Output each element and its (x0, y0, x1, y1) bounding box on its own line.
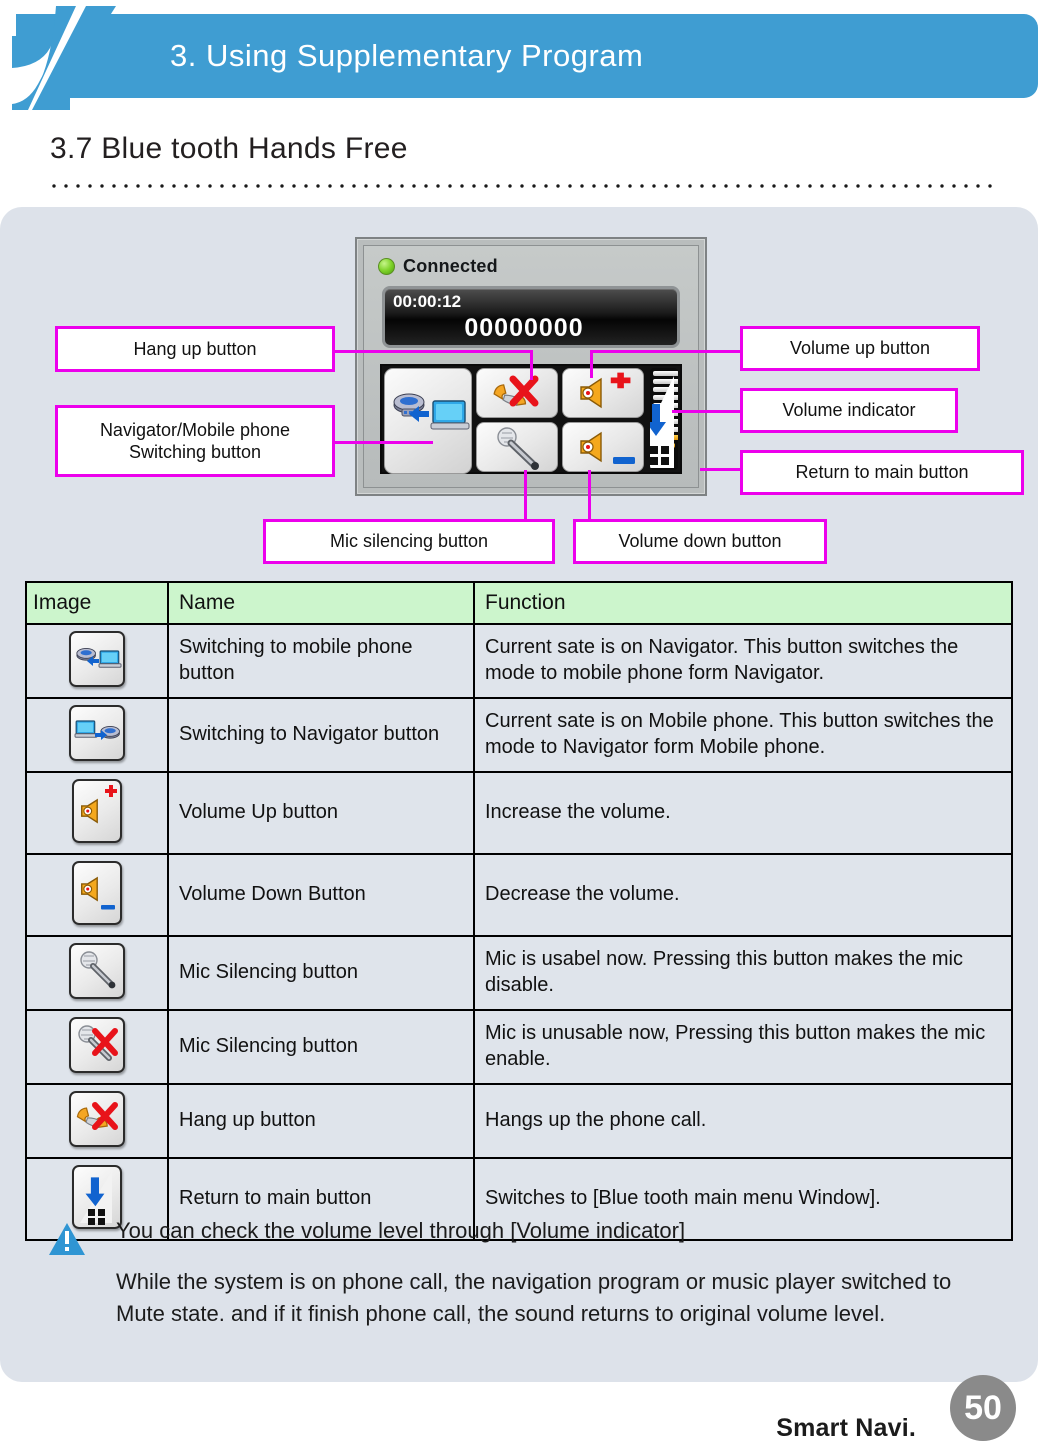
phone-with-red-x-icon (69, 1091, 125, 1147)
row-name: Mic Silencing button (167, 935, 475, 1011)
microphone-icon (497, 427, 539, 470)
row-icon-cell (25, 771, 169, 855)
row-name: Volume Up button (167, 771, 475, 855)
microphone-icon (69, 943, 125, 999)
device-button-column-2 (560, 366, 646, 472)
table-row: Mic Silencing button Mic is unusable now… (25, 1009, 1013, 1085)
phone-number: 00000000 (464, 314, 584, 342)
table-row: Hang up button Hangs up the phone call. (25, 1083, 1013, 1159)
navigator-to-mobile-icon (393, 393, 470, 430)
row-function: Mic is unusable now, Pressing this butto… (473, 1009, 1013, 1085)
table-header-row: Image Name Function (25, 581, 1013, 625)
speaker-plus-icon (72, 779, 122, 843)
row-name: Mic Silencing button (167, 1009, 475, 1085)
volume-down-button[interactable] (562, 422, 644, 472)
dotted-divider (48, 176, 998, 190)
note-line-2: While the system is on phone call, the n… (116, 1269, 952, 1326)
mobile-to-navigator-glyph (74, 720, 120, 740)
leader-mic-v (524, 470, 527, 522)
leader-return-main (700, 468, 742, 471)
page-header: 3. Using Supplementary Program (0, 6, 1038, 110)
leader-switch (333, 441, 433, 444)
leader-hang-up (333, 350, 533, 353)
microphone-red-x-icon (69, 1017, 125, 1073)
callout-switch-line2: Switching button (128, 442, 262, 462)
call-display: 00:00:12 00000000 (382, 286, 680, 348)
column-header-image: Image (25, 581, 169, 625)
row-function: Hangs up the phone call. (473, 1083, 1013, 1159)
hang-up-button[interactable] (476, 368, 558, 418)
callout-volume-indicator: Volume indicator (740, 388, 958, 433)
leader-voldown-v (588, 470, 591, 522)
note-line-1: You can check the volume level through [… (116, 1218, 686, 1243)
return-main-glyph (80, 1171, 112, 1225)
device-button-column-1 (474, 366, 560, 472)
table-row: Volume Up button Increase the volume. (25, 771, 1013, 855)
row-function: Current sate is on Navigator. This butto… (473, 623, 1013, 699)
brand-swoosh-logo (12, 6, 116, 110)
navigator-to-mobile-icon (69, 631, 125, 687)
row-function: Increase the volume. (473, 771, 1013, 855)
callout-hang-up-button: Hang up button (55, 326, 335, 372)
table-row: Volume Down Button Decrease the volume. (25, 853, 1013, 937)
volume-up-button[interactable] (562, 368, 644, 418)
column-header-name: Name (167, 581, 475, 625)
row-icon-cell (25, 1009, 169, 1085)
table-row: Switching to Navigator button Current sa… (25, 697, 1013, 773)
green-led-icon (378, 258, 395, 275)
page-number-badge: 50 (950, 1375, 1016, 1441)
callout-volume-up-button: Volume up button (740, 326, 980, 371)
button-reference-table: Image Name Function Switching to mobile … (25, 581, 1013, 1241)
device-button-row (380, 364, 682, 474)
row-function: Current sate is on Mobile phone. This bu… (473, 697, 1013, 773)
connection-status: Connected (378, 256, 498, 277)
leader-volume-up (590, 350, 742, 353)
speaker-minus-icon (580, 431, 635, 464)
microphone-glyph (80, 951, 116, 989)
callout-volume-down-button: Volume down button (573, 519, 827, 564)
row-icon-cell (25, 853, 169, 937)
column-header-function: Function (473, 581, 1013, 625)
callout-switch-button: Navigator/Mobile phone Switching button (55, 405, 335, 477)
navigator-to-mobile-glyph (76, 647, 122, 668)
row-name: Switching to mobile phone button (167, 623, 475, 699)
page-title: 3. Using Supplementary Program (170, 38, 644, 73)
footer-brand: Smart Navi. (776, 1414, 916, 1442)
callout-return-to-main-button: Return to main button (740, 450, 1024, 495)
speaker-plus-glyph (81, 785, 117, 824)
phone-red-x-glyph (76, 1102, 118, 1130)
row-function: Decrease the volume. (473, 853, 1013, 937)
table-row: Mic Silencing button Mic is usabel now. … (25, 935, 1013, 1011)
row-icon-cell (25, 697, 169, 773)
warning-triangle-icon (49, 1223, 85, 1255)
row-name: Volume Down Button (167, 853, 475, 937)
mobile-to-navigator-icon (69, 705, 125, 761)
arrow-down-right-grid-icon (72, 1165, 122, 1229)
callout-mic-silencing-button: Mic silencing button (263, 519, 555, 564)
section-title: 3.7 Blue tooth Hands Free (50, 132, 408, 165)
row-function: Mic is usabel now. Pressing this button … (473, 935, 1013, 1011)
speaker-minus-icon (72, 861, 122, 925)
speaker-minus-glyph (81, 876, 115, 910)
row-icon-cell (25, 623, 169, 699)
microphone-red-x-glyph (78, 1025, 118, 1061)
leader-volume-indicator (672, 410, 742, 413)
mic-silencing-button[interactable] (476, 422, 558, 472)
callout-switch-line1: Navigator/Mobile phone (99, 419, 291, 440)
call-timer: 00:00:12 (393, 292, 462, 311)
navigator-mobile-switch-button[interactable] (384, 368, 472, 474)
leader-hang-up-v (530, 350, 533, 380)
row-name: Switching to Navigator button (167, 697, 475, 773)
connection-status-label: Connected (403, 256, 498, 276)
row-name: Hang up button (167, 1083, 475, 1159)
return-to-main-button[interactable] (650, 368, 678, 470)
row-icon-cell (25, 1083, 169, 1159)
table-row: Switching to mobile phone button Current… (25, 623, 1013, 699)
phone-with-red-x-icon (493, 375, 539, 407)
row-icon-cell (25, 935, 169, 1011)
volume-indicator (650, 368, 678, 470)
leader-volume-up-v (590, 350, 593, 378)
speaker-plus-icon (580, 372, 631, 409)
